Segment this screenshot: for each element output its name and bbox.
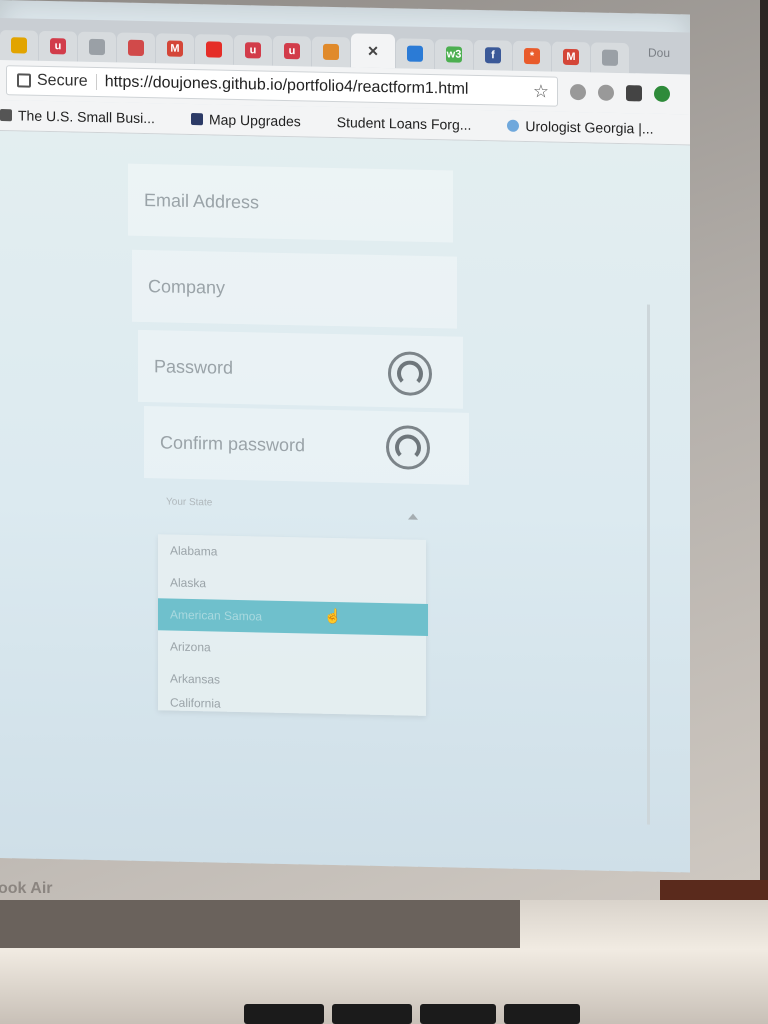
- confirm-password-visibility-toggle[interactable]: [386, 425, 430, 471]
- globe-favicon-icon: [507, 119, 520, 132]
- browser-tab[interactable]: u: [273, 35, 311, 67]
- browser-tab[interactable]: [591, 42, 629, 74]
- bulb-icon: [407, 45, 423, 62]
- browser-tab[interactable]: u: [234, 34, 272, 66]
- document-icon: [602, 49, 618, 66]
- browser-tab[interactable]: f: [474, 39, 512, 71]
- browser-tab[interactable]: [195, 34, 233, 65]
- u-icon: u: [50, 38, 66, 55]
- hand-cursor-icon: ☝: [324, 607, 342, 625]
- tab-active[interactable]: ×: [351, 33, 395, 69]
- dropdown-caret-icon[interactable]: [408, 513, 418, 520]
- map-favicon-icon: [190, 112, 203, 126]
- w3-icon: w3: [446, 46, 462, 63]
- facebook-icon: f: [485, 47, 501, 64]
- bookmark-item[interactable]: The U.S. Small Busi...: [0, 107, 155, 126]
- power-key: [504, 1004, 580, 1024]
- browser-tab[interactable]: w3: [435, 39, 473, 70]
- state-select-label: Your State: [166, 496, 213, 509]
- bookmark-favicon-icon: [0, 109, 12, 122]
- browser-tab[interactable]: M: [156, 33, 194, 65]
- bookmark-item[interactable]: Urologist Georgia |...: [507, 118, 654, 137]
- u-icon: u: [245, 42, 261, 59]
- url-text[interactable]: https://doujones.github.io/portfolio4/re…: [105, 73, 469, 99]
- bookmark-item[interactable]: Map Upgrades: [190, 111, 301, 129]
- state-dropdown-list: Alabama Alaska American Samoa Arizona Ar…: [158, 534, 428, 716]
- password-visibility-toggle[interactable]: [388, 351, 432, 397]
- gmail-icon: M: [167, 40, 183, 57]
- search-extension-icon[interactable]: [570, 83, 586, 101]
- qr-extension-icon[interactable]: [626, 85, 642, 102]
- laptop-brand-text: ook Air: [0, 880, 53, 897]
- close-tab-icon[interactable]: ×: [365, 40, 381, 60]
- page-content: Email Address Company Password Confirm p…: [0, 131, 690, 873]
- browser-tab[interactable]: *: [513, 40, 551, 72]
- profile-extension-icon[interactable]: [598, 84, 614, 101]
- browser-tab[interactable]: [396, 38, 434, 70]
- bookmark-item[interactable]: Student Loans Forg...: [337, 114, 472, 133]
- youtube-icon: [206, 41, 222, 58]
- browser-window: u Mu u × w3 f * M Dou Secure https://doujones.gi…: [0, 0, 690, 873]
- profile-name[interactable]: Dou: [648, 46, 670, 60]
- email-field[interactable]: Email Address: [128, 163, 453, 243]
- divider: [95, 74, 97, 91]
- secure-label: Secure: [37, 71, 88, 90]
- laptop-hinge: [0, 900, 520, 948]
- checkmark-icon: [11, 37, 27, 54]
- document-icon: [89, 38, 105, 56]
- browser-tab[interactable]: [312, 36, 350, 68]
- gmail-icon: M: [563, 48, 579, 66]
- browser-tab[interactable]: [78, 31, 116, 63]
- u-icon: u: [284, 42, 300, 60]
- photo-icon: [128, 39, 144, 57]
- bookmark-star-icon[interactable]: ☆: [533, 81, 549, 102]
- book-icon: [323, 43, 339, 61]
- browser-tab[interactable]: M: [552, 41, 590, 73]
- address-bar[interactable]: Secure https://doujones.github.io/portfo…: [6, 65, 558, 107]
- keyboard-key: [420, 1004, 496, 1024]
- keyboard-key: [332, 1004, 412, 1024]
- browser-tab[interactable]: u: [39, 30, 77, 62]
- keyboard-key: [244, 1004, 324, 1024]
- page-scrollbar[interactable]: [647, 304, 650, 825]
- asterisk-icon: *: [524, 47, 540, 65]
- browser-tab[interactable]: [0, 30, 38, 61]
- company-field[interactable]: Company: [132, 249, 457, 329]
- green-extension-icon[interactable]: [654, 85, 670, 103]
- lock-icon: [17, 73, 31, 88]
- browser-tab[interactable]: [117, 32, 155, 64]
